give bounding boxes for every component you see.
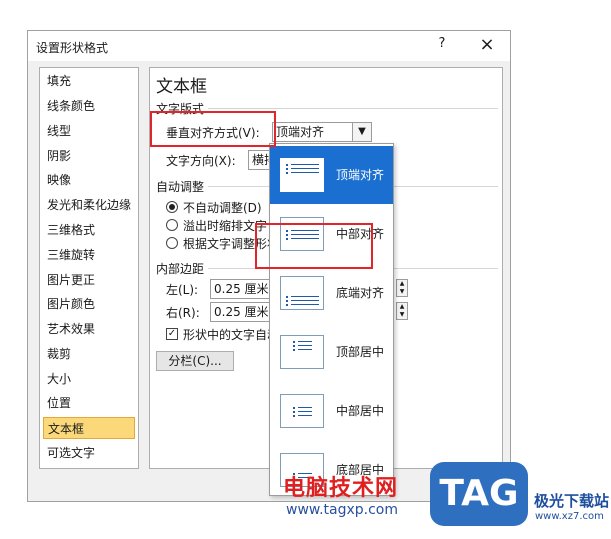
option-label: 中部居中: [336, 404, 385, 418]
right-margin-value: 0.25 厘米: [214, 305, 269, 319]
option-top-center[interactable]: 顶部居中: [270, 323, 393, 381]
category-item-artistic-effects[interactable]: 艺术效果: [43, 318, 135, 340]
left-margin-value: 0.25 厘米: [214, 282, 269, 296]
wrap-text-checkbox[interactable]: ✓: [166, 328, 178, 340]
category-item-picture-corrections[interactable]: 图片更正: [43, 269, 135, 291]
align-middle-center-icon: [280, 394, 324, 428]
no-autofit-label: 不自动调整(D): [183, 201, 262, 215]
category-item-crop[interactable]: 裁剪: [43, 343, 135, 365]
align-top-icon: [280, 158, 324, 192]
vertical-align-value: 顶端对齐: [276, 125, 325, 139]
category-item-size[interactable]: 大小: [43, 368, 135, 390]
chevron-down-icon[interactable]: ▼: [352, 123, 371, 141]
category-item-3d-rotation[interactable]: 三维旋转: [43, 244, 135, 266]
section-autofit: 自动调整: [156, 180, 205, 194]
category-item-line-color[interactable]: 线条颜色: [43, 95, 135, 117]
category-item-picture-color[interactable]: 图片颜色: [43, 293, 135, 315]
watermark-site-url: www.tagxp.com: [286, 502, 398, 518]
option-label: 顶部居中: [336, 345, 385, 359]
stepper-icon[interactable]: ▲ ▼: [396, 302, 408, 320]
help-button[interactable]: ?: [430, 36, 454, 56]
category-item-text-box[interactable]: 文本框: [43, 417, 135, 439]
category-item-3d-format[interactable]: 三维格式: [43, 219, 135, 241]
option-bottom[interactable]: 底端对齐: [270, 264, 393, 322]
align-top-center-icon: [280, 335, 324, 369]
category-item-reflection[interactable]: 映像: [43, 169, 135, 191]
stepper-icon[interactable]: ▲ ▼: [396, 279, 408, 297]
separator: [208, 108, 498, 109]
columns-button[interactable]: 分栏(C)...: [156, 351, 234, 371]
option-label: 顶端对齐: [336, 168, 385, 182]
align-bottom-icon: [280, 276, 324, 310]
category-list: 填充 线条颜色 线型 阴影 映像 发光和柔化边缘 三维格式 三维旋转 图片更正 …: [39, 67, 139, 469]
dialog-title: 设置形状格式: [36, 41, 109, 55]
title-bar: 设置形状格式 ? ×: [28, 31, 510, 61]
radio-no-autofit[interactable]: [166, 201, 178, 213]
radio-shrink-on-overflow[interactable]: [166, 219, 178, 231]
watermark-brand-url: www.xz7.com: [535, 511, 604, 522]
right-margin-label: 右(R):: [166, 306, 200, 320]
option-middle-center[interactable]: 中部居中: [270, 382, 393, 440]
watermark-logo: TAG: [430, 462, 528, 526]
panel-title: 文本框: [156, 77, 207, 97]
option-top[interactable]: 顶端对齐: [270, 146, 393, 204]
radio-resize-shape[interactable]: [166, 237, 178, 249]
category-item-fill[interactable]: 填充: [43, 70, 135, 92]
watermark-site-name: 电脑技术网: [283, 476, 399, 501]
highlight-box-middle-option: [255, 223, 373, 269]
watermark-brand: 极光下载站: [534, 492, 610, 510]
close-button[interactable]: ×: [474, 35, 500, 57]
category-item-glow-soft-edges[interactable]: 发光和柔化边缘: [43, 194, 135, 216]
text-direction-label: 文字方向(X):: [166, 154, 236, 168]
category-item-position[interactable]: 位置: [43, 392, 135, 414]
vertical-align-dropdown: 顶端对齐 中部对齐 底端对齐 顶部居中 中部居中 底部居中: [269, 143, 394, 496]
wrap-text-label: 形状中的文字自动: [183, 328, 280, 342]
vertical-align-select[interactable]: 顶端对齐 ▼: [272, 122, 372, 142]
category-item-shadow[interactable]: 阴影: [43, 145, 135, 167]
highlight-box-vertical-align: [150, 111, 276, 147]
category-item-alt-text[interactable]: 可选文字: [43, 442, 135, 464]
option-label: 底端对齐: [336, 286, 385, 300]
category-item-line-style[interactable]: 线型: [43, 120, 135, 142]
left-margin-label: 左(L):: [166, 283, 199, 297]
section-internal-margin: 内部边距: [156, 262, 205, 276]
